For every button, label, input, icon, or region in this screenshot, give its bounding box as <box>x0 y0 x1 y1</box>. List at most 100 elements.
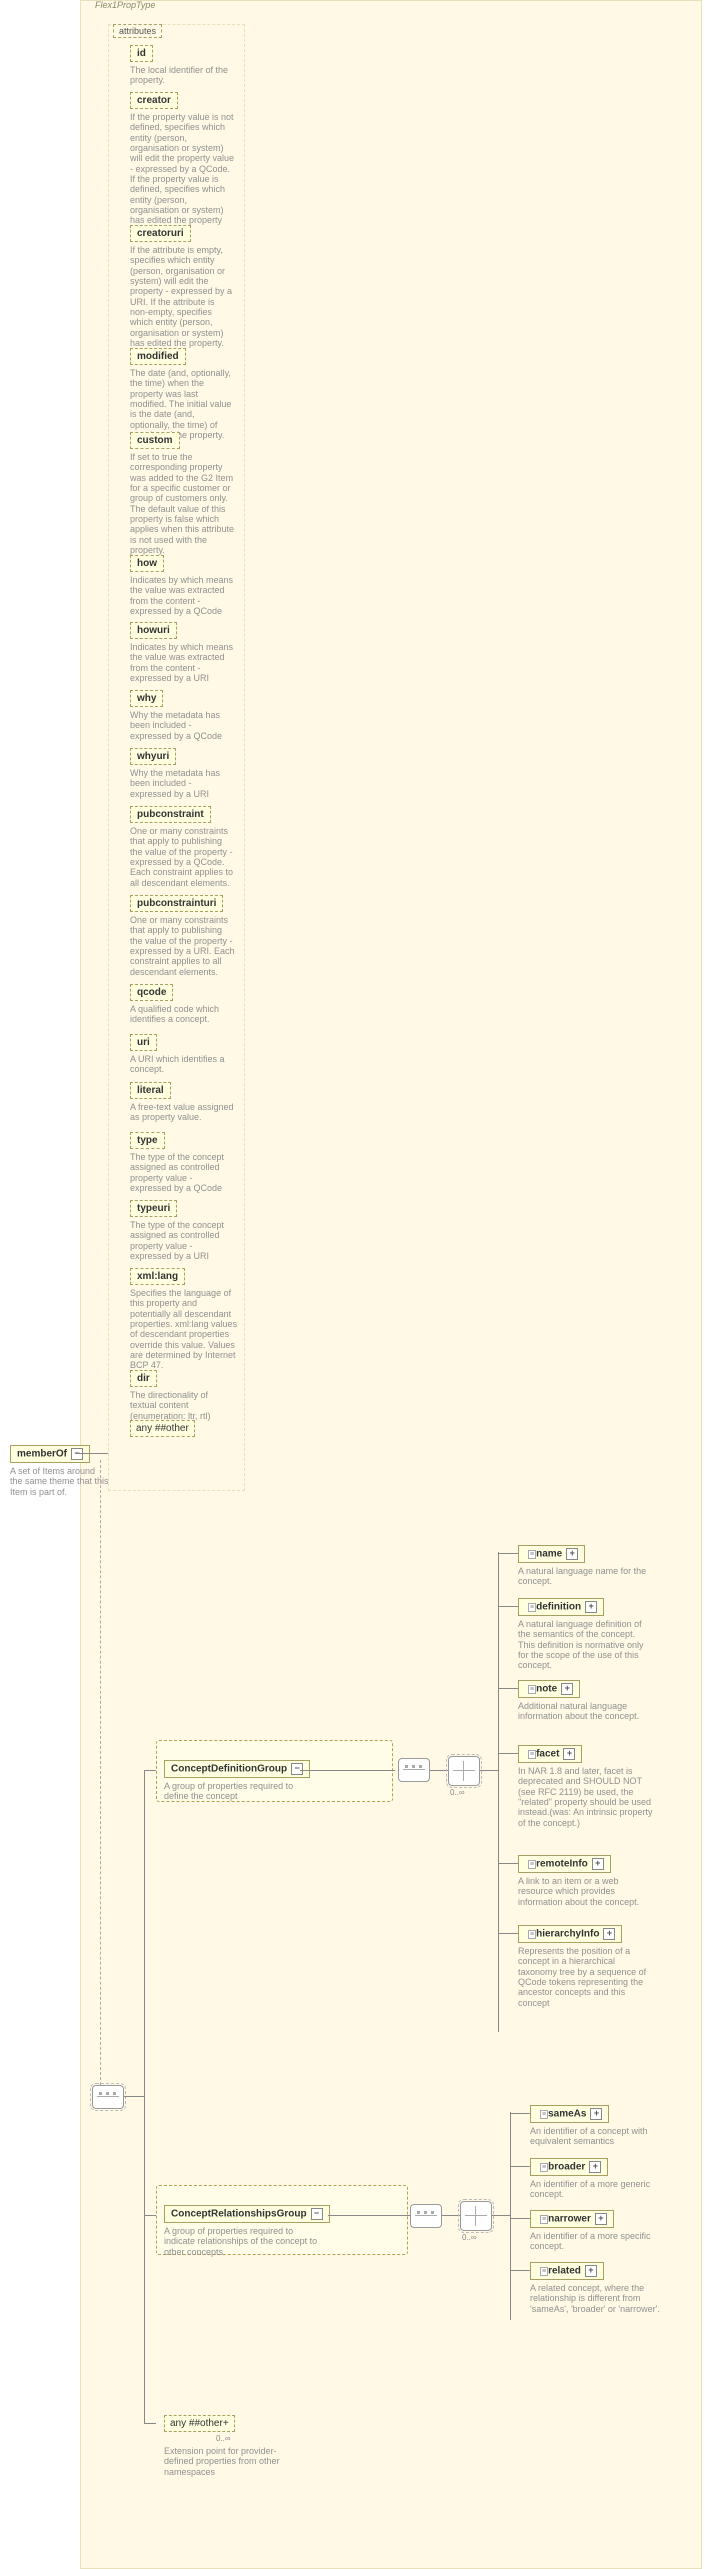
attr-tag[interactable]: creator <box>130 92 178 109</box>
occurrence-label: 0..∞ <box>450 1788 465 1797</box>
attr-tag[interactable]: qcode <box>130 984 173 1001</box>
child-sameas: ≡sameAs+ An identifier of a concept with… <box>530 2105 660 2147</box>
attr-desc: A URI which identifies a concept. <box>130 1054 235 1075</box>
attrs-icon: ≡ <box>528 1930 536 1939</box>
child-name: ≡name+ A natural language name for the c… <box>518 1545 648 1587</box>
attr-desc: If the property value is not defined, sp… <box>130 112 235 236</box>
child-tag[interactable]: ≡remoteInfo+ <box>518 1855 611 1873</box>
child-tag[interactable]: ≡related+ <box>530 2262 604 2280</box>
extension-label: any ##other <box>170 2418 223 2429</box>
child-tag[interactable]: ≡definition+ <box>518 1598 604 1616</box>
attr-tag[interactable]: xml:lang <box>130 1268 185 1285</box>
child-label: remoteInfo <box>536 1859 588 1870</box>
connector <box>498 1552 499 2032</box>
attrs-icon: ≡ <box>540 2215 548 2224</box>
child-tag[interactable]: ≡facet + <box>518 1745 582 1763</box>
expand-icon[interactable]: + <box>223 2418 229 2429</box>
child-label: sameAs <box>548 2109 586 2120</box>
group-definition-desc: A group of properties required to define… <box>164 1781 309 1802</box>
group-definition-tag[interactable]: ConceptDefinitionGroup− <box>164 1760 310 1778</box>
group-definition-label: ConceptDefinitionGroup <box>171 1764 287 1775</box>
child-label: broader <box>548 2162 585 2173</box>
connector <box>498 1753 518 1754</box>
memberof-tag[interactable]: memberOf− <box>10 1445 90 1463</box>
child-tag[interactable]: ≡name + <box>518 1545 585 1563</box>
expand-icon[interactable]: + <box>566 1548 578 1560</box>
expand-icon[interactable]: + <box>561 1683 573 1695</box>
attr-tag[interactable]: why <box>130 690 163 707</box>
attr-desc: If set to true the corresponding propert… <box>130 452 235 555</box>
connector <box>510 2218 530 2219</box>
child-desc: A link to an item or a web resource whic… <box>518 1876 648 1907</box>
expand-icon[interactable]: + <box>592 1858 604 1870</box>
attr-dir: dir The directionality of textual conten… <box>130 1370 235 1421</box>
child-tag[interactable]: ≡narrower+ <box>530 2210 614 2228</box>
child-tag[interactable]: ≡broader+ <box>530 2158 608 2176</box>
attr-typeuri: typeuri The type of the concept assigned… <box>130 1200 235 1261</box>
expand-icon[interactable]: + <box>590 2108 602 2120</box>
attr-tag[interactable]: pubconstraint <box>130 806 211 823</box>
expand-icon[interactable]: + <box>595 2213 607 2225</box>
expand-icon[interactable]: + <box>589 2161 601 2173</box>
attr-desc: One or many constraints that apply to pu… <box>130 915 235 977</box>
attr-tag[interactable]: howuri <box>130 622 177 639</box>
attr-tag[interactable]: whyuri <box>130 748 176 765</box>
collapse-icon[interactable]: − <box>311 2208 323 2220</box>
attr-label: custom <box>137 435 173 446</box>
child-desc: In NAR 1.8 and later, facet is deprecate… <box>518 1766 653 1828</box>
expand-icon[interactable]: + <box>563 1748 575 1760</box>
attr-tag[interactable]: pubconstrainturi <box>130 895 223 912</box>
sequence-compositor <box>92 2085 124 2109</box>
attr-label: creatoruri <box>137 228 184 239</box>
attr-tag[interactable]: type <box>130 1132 165 1149</box>
attr-tag[interactable]: dir <box>130 1370 157 1387</box>
type-label: Flex1PropType <box>95 0 155 10</box>
expand-icon[interactable]: + <box>603 1928 615 1940</box>
child-label: note <box>536 1684 557 1695</box>
occurrence-label: 0..∞ <box>462 2233 477 2242</box>
attr-label: pubconstrainturi <box>137 898 216 909</box>
collapse-icon[interactable]: − <box>71 1448 83 1460</box>
attr-tag[interactable]: how <box>130 555 164 572</box>
child-desc: A related concept, where the relationshi… <box>530 2283 660 2314</box>
attrs-icon: ≡ <box>528 1750 536 1759</box>
group-relationships-tag[interactable]: ConceptRelationshipsGroup− <box>164 2205 330 2223</box>
attr-tag[interactable]: literal <box>130 1082 171 1099</box>
attr-label: qcode <box>137 987 166 998</box>
attr-whyuri: whyuri Why the metadata has been include… <box>130 748 235 799</box>
connector <box>100 1460 102 2085</box>
child-tag[interactable]: ≡sameAs+ <box>530 2105 609 2123</box>
group-relationships-label: ConceptRelationshipsGroup <box>171 2209 307 2220</box>
child-label: facet <box>536 1749 559 1760</box>
connector <box>144 1770 145 2423</box>
attr-id-tag[interactable]: id <box>130 45 153 62</box>
extension-any: any ##other+ 0..∞ Extension point for pr… <box>164 2415 304 2477</box>
child-label: name <box>536 1549 562 1560</box>
attr-label: literal <box>137 1085 164 1096</box>
attr-tag[interactable]: modified <box>130 348 186 365</box>
child-tag[interactable]: ≡note+ <box>518 1680 580 1698</box>
attr-label: uri <box>137 1037 150 1048</box>
attr-pubconstraint: pubconstraint One or many constraints th… <box>130 806 235 888</box>
attr-tag[interactable]: creatoruri <box>130 225 191 242</box>
child-tag[interactable]: ≡hierarchyInfo+ <box>518 1925 622 1943</box>
attr-label: dir <box>137 1373 150 1384</box>
attr-uri: uri A URI which identifies a concept. <box>130 1034 235 1075</box>
connector <box>498 1606 518 1607</box>
connector <box>328 2215 410 2216</box>
collapse-icon[interactable]: − <box>291 1763 303 1775</box>
child-remoteinfo: ≡remoteInfo+ A link to an item or a web … <box>518 1855 648 1907</box>
group-relationships-desc: A group of properties required to indica… <box>164 2226 324 2257</box>
attrs-icon: ≡ <box>528 1550 536 1559</box>
attr-tag[interactable]: custom <box>130 432 180 449</box>
attr-literal: literal A free-text value assigned as pr… <box>130 1082 235 1123</box>
attr-desc: Indicates by which means the value was e… <box>130 642 235 683</box>
connector <box>510 2112 511 2320</box>
expand-icon[interactable]: + <box>585 1601 597 1613</box>
attr-desc: One or many constraints that apply to pu… <box>130 826 235 888</box>
attr-tag[interactable]: uri <box>130 1034 157 1051</box>
expand-icon[interactable]: + <box>585 2265 597 2277</box>
attr-tag[interactable]: typeuri <box>130 1200 177 1217</box>
sequence-compositor <box>398 1758 430 1782</box>
connector <box>492 2215 510 2216</box>
